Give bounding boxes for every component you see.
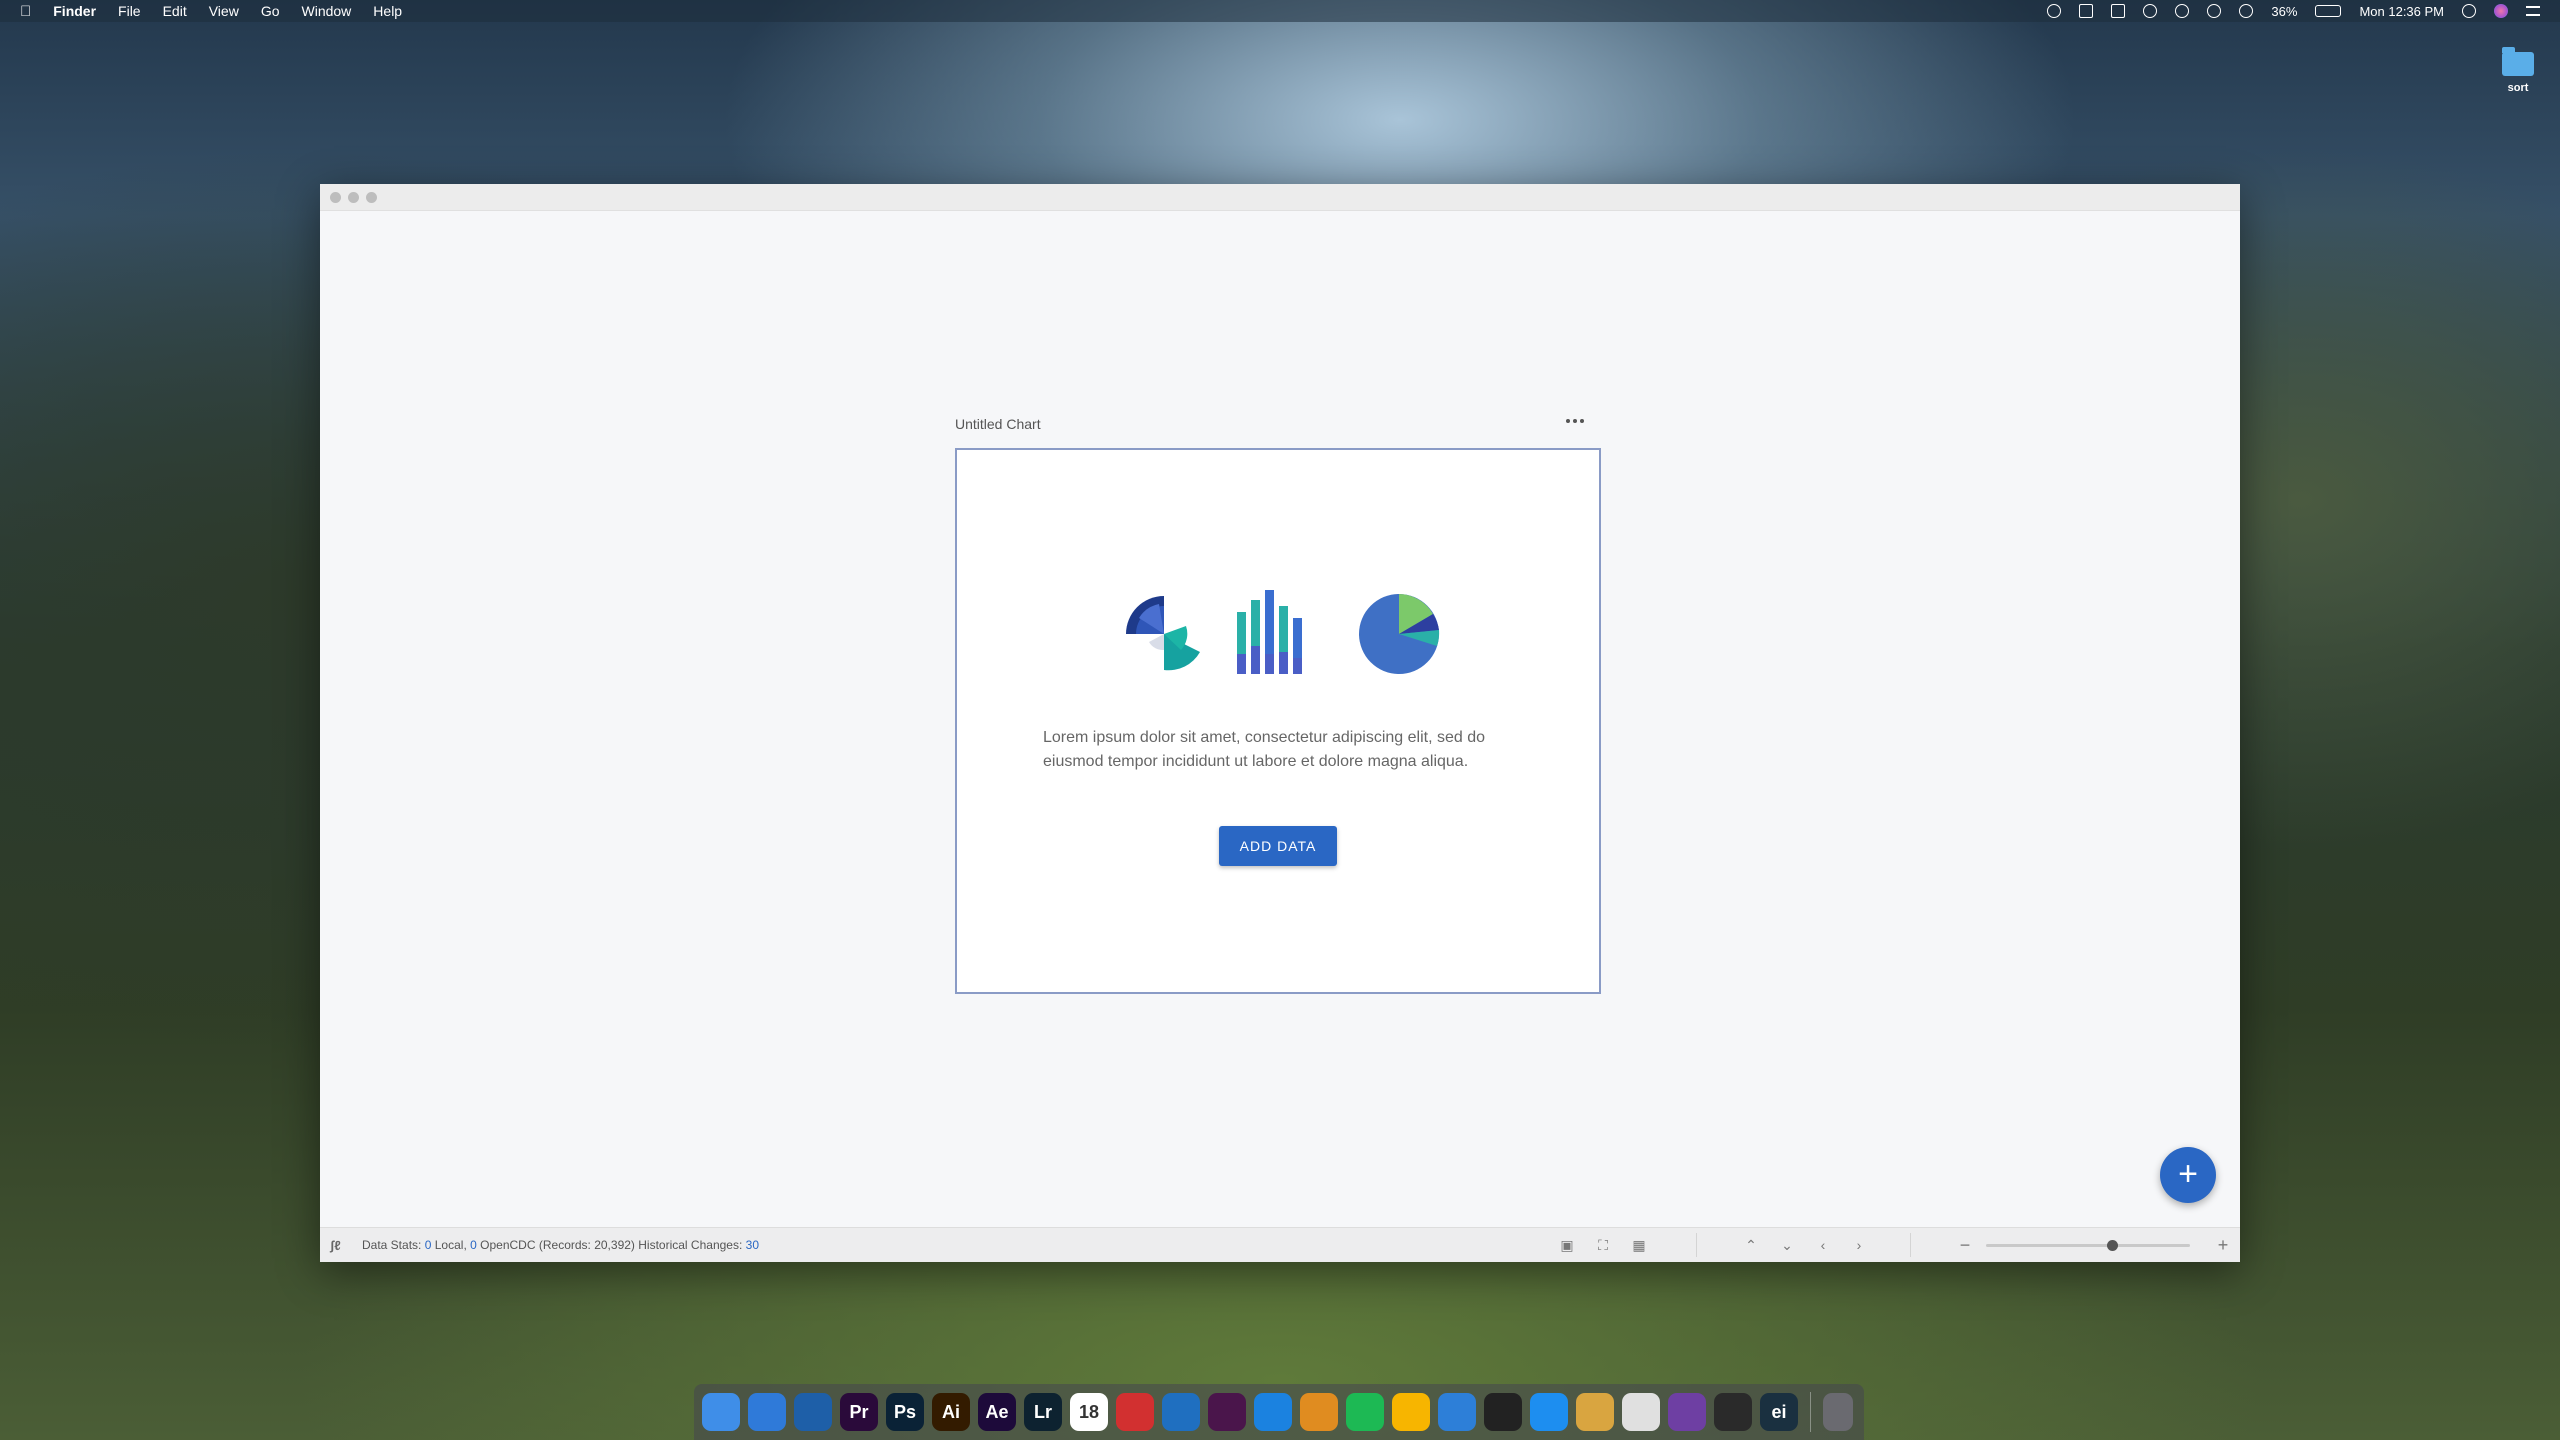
chevron-right-icon[interactable]: › [1850, 1236, 1868, 1254]
lightroom-icon[interactable]: Lr [1024, 1393, 1062, 1431]
opencdc-count: 0 [470, 1238, 477, 1252]
spotlight-search-icon[interactable] [2462, 4, 2476, 18]
records-count: (Records: 20,392) [538, 1238, 635, 1252]
chevron-left-icon[interactable]: ‹ [1814, 1236, 1832, 1254]
electron-app-icon[interactable]: ei [1760, 1393, 1798, 1431]
framer-icon[interactable] [1530, 1393, 1568, 1431]
folder-icon [2502, 47, 2534, 76]
radial-chart-icon [1126, 596, 1200, 671]
after-effects-icon[interactable]: Ae [978, 1393, 1016, 1431]
terminal-icon[interactable] [1484, 1393, 1522, 1431]
empty-chart-card: Lorem ipsum dolor sit amet, consectetur … [955, 448, 1601, 994]
illustrator-icon[interactable]: Ai [932, 1393, 970, 1431]
calendar-icon[interactable]: 18 [1070, 1393, 1108, 1431]
vscode-icon[interactable] [1162, 1393, 1200, 1431]
image-view-icon[interactable]: ▣ [1558, 1236, 1576, 1254]
navigation-icon[interactable] [748, 1393, 786, 1431]
onepassword-status-icon[interactable] [2047, 4, 2062, 18]
bird-app-icon[interactable] [1116, 1393, 1154, 1431]
data-stats-prefix: Data Stats: [362, 1238, 422, 1252]
battery-icon[interactable] [2315, 5, 2342, 17]
app-window: Untitled Chart Lorem ipsum dolor sit ame… [320, 184, 2240, 1262]
add-fab-button[interactable]: + [2160, 1147, 2216, 1203]
dock: Pr Ps Ai Ae Lr 18 ei [694, 1384, 1864, 1440]
siri-icon[interactable] [2494, 4, 2508, 18]
view-tools: ▣ ⛶ ▦ [1558, 1228, 1648, 1262]
zoom-in-icon[interactable]: + [2214, 1236, 2232, 1254]
spark-icon[interactable] [1714, 1393, 1752, 1431]
window-zoom-button[interactable] [366, 192, 377, 203]
chart-more-options-icon[interactable] [1560, 410, 1590, 432]
historical-changes-count[interactable]: 30 [746, 1238, 759, 1252]
menu-clock[interactable]: Mon 12:36 PM [2359, 4, 2444, 19]
time-machine-icon[interactable] [2143, 4, 2158, 18]
sketch-icon[interactable] [1392, 1393, 1430, 1431]
window-close-button[interactable] [330, 192, 341, 203]
fullscreen-icon[interactable]: ⛶ [1594, 1236, 1612, 1254]
bar-chart-icon [1237, 590, 1302, 674]
empty-state-description: Lorem ipsum dolor sit amet, consectetur … [1043, 729, 1485, 770]
chevron-down-icon[interactable]: ⌄ [1778, 1236, 1796, 1254]
notification-center-icon[interactable] [2526, 6, 2540, 16]
chart-types-illustration [1126, 590, 1440, 674]
local-count: 0 [424, 1238, 432, 1252]
premiere-icon[interactable]: Pr [840, 1393, 878, 1431]
desktop-folder-label: sort [2507, 82, 2529, 94]
status-divider [1910, 1233, 1911, 1257]
wifi-icon[interactable] [2207, 4, 2222, 18]
menu-view[interactable]: View [209, 3, 239, 19]
app-logo-icon[interactable]: ʃℓ [330, 1238, 346, 1253]
menu-window[interactable]: Window [302, 3, 352, 19]
opencdc-label: OpenCDC [480, 1238, 536, 1252]
cyberduck-icon[interactable] [1576, 1393, 1614, 1431]
battery-percent[interactable]: 36% [2271, 4, 2297, 19]
transmit-icon[interactable] [1300, 1393, 1338, 1431]
menu-help[interactable]: Help [373, 3, 402, 19]
finder-icon[interactable] [702, 1393, 740, 1431]
chevron-up-icon[interactable]: ⌃ [1742, 1236, 1760, 1254]
spotify-icon[interactable] [1346, 1393, 1384, 1431]
menu-go[interactable]: Go [261, 3, 280, 19]
glasses-status-icon[interactable] [2079, 4, 2094, 18]
menu-edit[interactable]: Edit [163, 3, 187, 19]
menu-file[interactable]: File [118, 3, 141, 19]
bluetooth-icon[interactable] [2175, 4, 2190, 18]
fit-screen-icon[interactable]: ▦ [1630, 1236, 1648, 1254]
github-icon[interactable] [1668, 1393, 1706, 1431]
safari-icon[interactable] [1254, 1393, 1292, 1431]
navigation-arrows: ⌃ ⌄ ‹ › [1742, 1228, 1868, 1262]
pie-chart-icon [1359, 594, 1440, 674]
status-bar: ʃℓ Data Stats: 0 Local, 0 OpenCDC (Recor… [320, 1227, 2240, 1262]
desktop-folder-sort[interactable]: sort [2490, 47, 2546, 94]
data-stats-text: Data Stats: 0 Local, 0 OpenCDC (Records:… [362, 1238, 759, 1252]
chart-title[interactable]: Untitled Chart [955, 416, 1041, 432]
status-divider [1696, 1233, 1697, 1257]
zoom-out-icon[interactable]: − [1956, 1236, 1974, 1254]
photoshop-icon[interactable]: Ps [886, 1393, 924, 1431]
window-titlebar[interactable] [320, 184, 2240, 211]
menu-app-name[interactable]: Finder [53, 3, 96, 19]
local-label: Local, [434, 1238, 467, 1252]
historical-changes-label: Historical Changes: [638, 1238, 743, 1252]
slack-icon[interactable] [1208, 1393, 1246, 1431]
apple-menu-icon[interactable]:  [20, 3, 31, 20]
trash-icon[interactable] [1823, 1393, 1853, 1431]
add-data-button[interactable]: ADD DATA [1219, 826, 1337, 866]
zoom-control: − + [1956, 1228, 2236, 1262]
volume-icon[interactable] [2239, 4, 2254, 18]
zoom-slider-track[interactable] [1986, 1240, 2190, 1251]
zoom-slider-handle[interactable] [2107, 1240, 2119, 1251]
dock-separator [1810, 1392, 1811, 1432]
chrome-icon[interactable] [1622, 1393, 1660, 1431]
1password-icon[interactable] [794, 1393, 832, 1431]
airplay-icon[interactable] [2111, 4, 2126, 18]
charts-app-icon[interactable] [1438, 1393, 1476, 1431]
menu-bar:  Finder File Edit View Go Window Help 3… [0, 0, 2560, 22]
window-minimize-button[interactable] [348, 192, 359, 203]
